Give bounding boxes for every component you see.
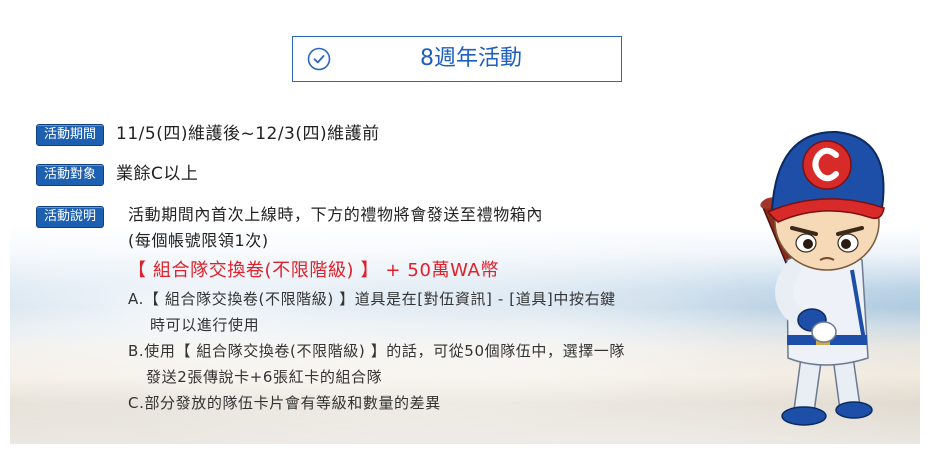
note-a: A.【 組合隊交換卷(不限階級) 】道具是在[對伍資訊] - [道具]中按右鍵 bbox=[128, 290, 616, 308]
description-block: 活動期間內首次上線時，下方的禮物將會發送至禮物箱內 (每個帳號限領1次) 【 組… bbox=[128, 202, 748, 416]
period-row: 活動期間 11/5(四)維護後~12/3(四)維護前 bbox=[36, 122, 380, 146]
note-c: C.部分發放的隊伍卡片會有等級和數量的差異 bbox=[128, 394, 441, 412]
event-title: 8週年活動 bbox=[420, 46, 522, 71]
description-line: 活動期間內首次上線時，下方的禮物將會發送至禮物箱內 bbox=[128, 205, 544, 224]
period-value: 11/5(四)維護後~12/3(四)維護前 bbox=[116, 124, 380, 144]
period-tag: 活動期間 bbox=[36, 124, 105, 146]
note-a-cont: 時可以進行使用 bbox=[150, 316, 260, 334]
target-row: 活動對象 業餘C以上 bbox=[36, 162, 198, 186]
note-b: B.使用【 組合隊交換卷(不限階級) 】的話，可從50個隊伍中，選擇一隊 bbox=[128, 342, 625, 360]
description-tag: 活動說明 bbox=[36, 206, 105, 228]
note-b-cont: 發送2張傳說卡+6張紅卡的組合隊 bbox=[146, 368, 383, 386]
target-value: 業餘C以上 bbox=[116, 164, 199, 184]
reward-text: 【 組合隊交換卷(不限階級) 】 + 50萬WA幣 bbox=[128, 260, 500, 281]
description-row: 活動說明 bbox=[36, 204, 105, 228]
description-line: (每個帳號限領1次) bbox=[128, 231, 269, 250]
event-title-box: 8週年活動 bbox=[292, 36, 622, 82]
baseball-mascot-illustration bbox=[760, 130, 885, 426]
target-tag: 活動對象 bbox=[36, 164, 105, 186]
